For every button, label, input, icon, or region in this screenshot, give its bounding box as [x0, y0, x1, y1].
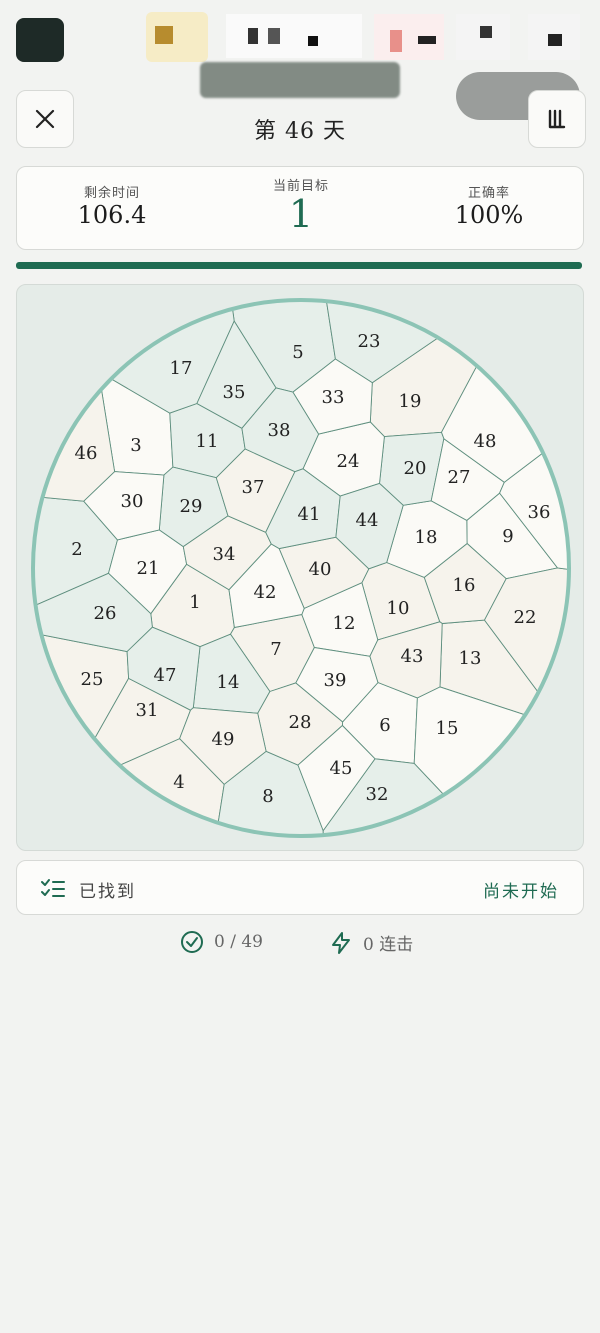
cell-number: 17: [170, 358, 193, 379]
time-progress-bar: [16, 262, 582, 269]
status-icon: [548, 34, 562, 46]
time-value: 106.4: [77, 201, 147, 229]
cell-number: 9: [502, 526, 513, 547]
cell-number: 4: [173, 772, 184, 793]
accuracy-label: 正确率: [467, 186, 510, 201]
status-icon: [480, 26, 492, 38]
cell-number: 28: [289, 712, 312, 733]
cell-number: 48: [474, 431, 497, 452]
accuracy-stat: 正确率 100%: [399, 182, 579, 229]
cell-number: 21: [137, 558, 160, 579]
progress-fill: [16, 262, 582, 269]
cell-number: 40: [309, 559, 332, 580]
accuracy-value: 100%: [454, 201, 524, 229]
menu-button[interactable]: [528, 90, 586, 148]
cell-number: 26: [94, 603, 117, 624]
cell-number: 15: [436, 718, 459, 739]
cell-number: 46: [75, 443, 98, 464]
status-icon: [390, 30, 402, 52]
target-value: 1: [288, 192, 314, 236]
streak-count: 0 连击: [363, 935, 414, 955]
voronoi-board: 1234567891011121314151617181920212223242…: [31, 298, 585, 852]
cell-number: 20: [404, 458, 427, 479]
bars-icon: [548, 109, 566, 129]
found-count: 0 / 49: [214, 932, 263, 952]
notification-blur: [200, 62, 400, 98]
cell-number: 16: [453, 575, 476, 596]
cell-number: 47: [154, 665, 177, 686]
status-icon: [226, 14, 362, 58]
time-stat: 剩余时间 106.4: [22, 182, 202, 229]
cell-number: 41: [298, 504, 321, 525]
cell-number: 39: [324, 670, 347, 691]
cell-number: 35: [223, 382, 246, 403]
check-circle-icon: [181, 931, 203, 953]
cell-number: 25: [81, 669, 104, 690]
cell-number: 32: [366, 784, 389, 805]
cell-number: 19: [399, 391, 422, 412]
stats-card: 剩余时间 106.4 当前目标 1 正确率 100%: [16, 166, 584, 250]
cell-number: 12: [333, 613, 356, 634]
cell-number: 23: [358, 331, 381, 352]
lightning-icon: [332, 931, 350, 954]
time-label: 剩余时间: [83, 186, 140, 201]
close-icon: [35, 109, 55, 129]
status-icon: [418, 36, 436, 44]
status-bar: [0, 0, 600, 120]
status-icon: [248, 28, 258, 44]
cell-number: 27: [448, 467, 471, 488]
cell-number: 7: [270, 639, 281, 660]
cell-number: 24: [337, 451, 360, 472]
cell-number: 8: [262, 786, 273, 807]
status-icon: [16, 18, 64, 62]
game-board: 1 2 3 4 5 6 7 8 9 10 11 12 13 14 15 16 17 18 19 20 21 22 23 24 2…: [16, 284, 584, 851]
cell-number: 34: [213, 544, 236, 565]
found-counter: 0 / 49: [180, 930, 263, 954]
cell-number: 31: [136, 700, 159, 721]
cell-number: 42: [254, 582, 277, 603]
page-title: 第 46 天: [254, 119, 346, 144]
cell-number: 1: [189, 592, 200, 613]
cell-number: 38: [268, 420, 291, 441]
target-stat: 当前目标 1: [211, 175, 391, 234]
cell-number: 36: [528, 502, 551, 523]
cell-number: 14: [217, 672, 240, 693]
found-status: 尚未开始: [483, 882, 559, 902]
cell-number: 33: [322, 387, 345, 408]
cell-number: 11: [196, 431, 219, 452]
streak-counter: 0 连击: [329, 930, 413, 955]
cell-number: 3: [130, 435, 141, 456]
close-button[interactable]: [16, 90, 74, 148]
cell-number: 29: [180, 496, 203, 517]
cell-number: 45: [330, 758, 353, 779]
cell-number: 44: [356, 510, 379, 531]
found-label: 已找到: [79, 882, 136, 902]
cell-number: 13: [459, 648, 482, 669]
cell-number: 37: [242, 477, 265, 498]
cell-number: 2: [71, 539, 82, 560]
found-bar[interactable]: 已找到 尚未开始: [16, 860, 584, 915]
status-icon: [268, 28, 280, 44]
cell-number: 22: [514, 607, 537, 628]
cell-number: 6: [379, 715, 390, 736]
cell-number: 5: [292, 342, 303, 363]
cell-number: 10: [387, 598, 410, 619]
checklist-icon: [41, 879, 65, 897]
cell-number: 49: [212, 729, 235, 750]
status-icon: [308, 36, 318, 46]
cell-number: 18: [415, 527, 438, 548]
board-cell[interactable]: [413, 686, 585, 852]
cell-number: 30: [121, 491, 144, 512]
cell-number: 43: [401, 646, 424, 667]
status-icon: [155, 26, 173, 44]
